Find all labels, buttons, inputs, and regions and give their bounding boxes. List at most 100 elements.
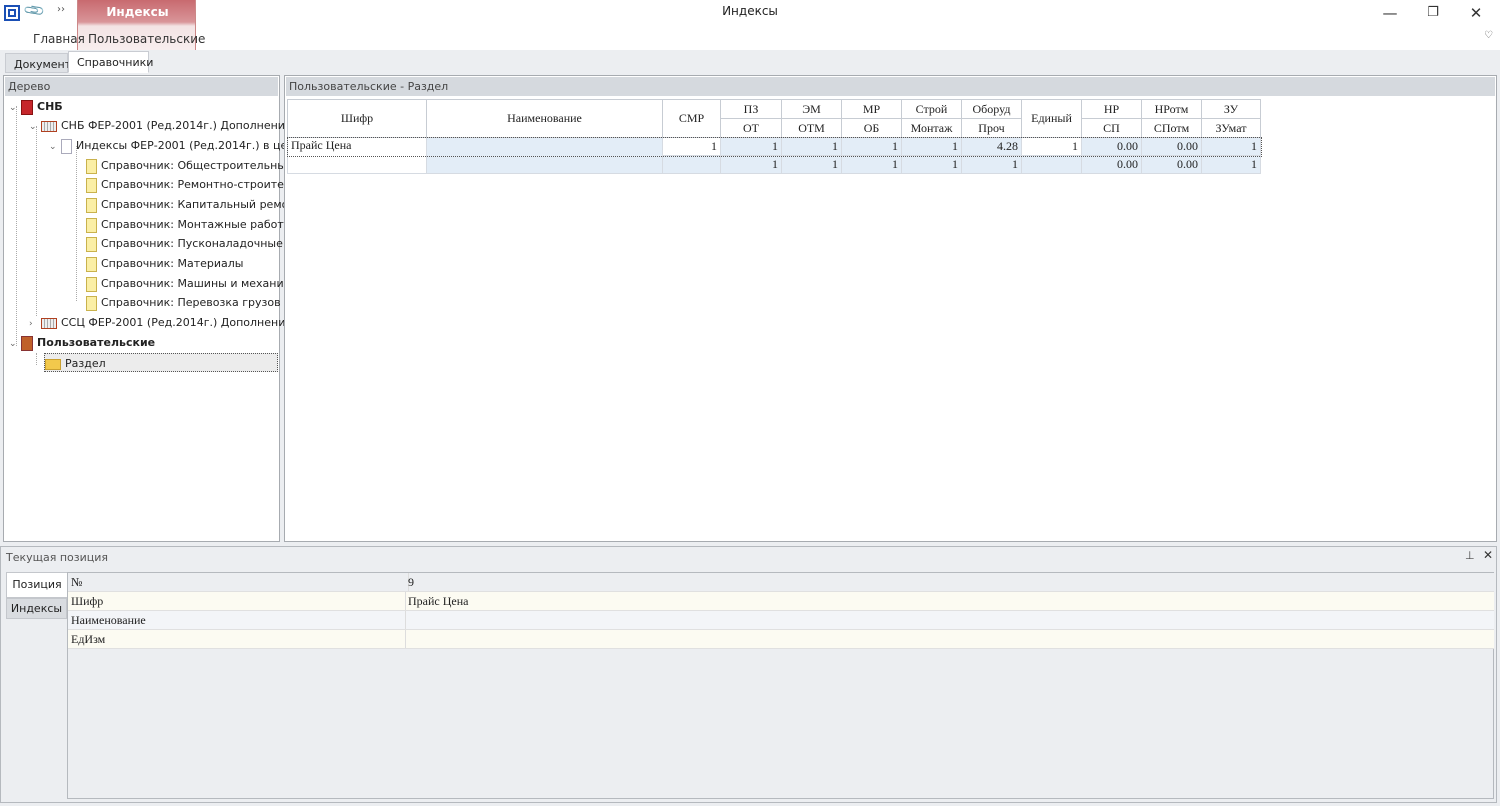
ribbon-tab-user[interactable]: Пользовательские	[88, 32, 205, 46]
snb-icon	[21, 99, 33, 115]
note-icon	[86, 295, 97, 311]
cell[interactable]: 0.00	[1141, 155, 1202, 174]
col-header[interactable]: Оборуд	[961, 99, 1022, 119]
col-header[interactable]: НР	[1081, 99, 1142, 119]
close-panel-icon[interactable]: ✕	[1483, 548, 1493, 562]
col-header[interactable]: МР	[841, 99, 902, 119]
tree-node[interactable]: Справочник: Капитальный ремонт о	[86, 195, 312, 214]
col-header[interactable]: ЗУ	[1201, 99, 1261, 119]
col-header[interactable]: СМР	[662, 99, 721, 138]
tab-document[interactable]: Документ	[5, 53, 71, 73]
tree-label: Справочник: Ремонтно-строительн	[101, 178, 305, 191]
tab-references[interactable]: Справочники	[68, 51, 153, 73]
col-header[interactable]: Строй	[901, 99, 962, 119]
property-row[interactable]: Шифр Прайс Цена	[68, 592, 1494, 611]
cell-name[interactable]	[426, 137, 663, 174]
col-header[interactable]: ОБ	[841, 118, 902, 138]
col-header[interactable]: ПЗ	[720, 99, 782, 119]
col-header[interactable]: СПотм	[1141, 118, 1202, 138]
cell[interactable]: 1	[1021, 137, 1082, 156]
expand-icon[interactable]: ›	[29, 315, 41, 334]
table-row[interactable]: Прайс Цена 1 1 1 1 1 4.28 1 0.00 0.00 1	[286, 136, 1262, 174]
cell[interactable]: 1	[720, 155, 782, 174]
current-position-title: Текущая позиция	[6, 551, 109, 564]
index-table: Шифр Наименование СМР ПЗ ЭМ МР Строй Обо…	[286, 99, 1262, 174]
property-row[interactable]: ЕдИзм	[68, 630, 1494, 649]
col-header[interactable]: СП	[1081, 118, 1142, 138]
collapse-icon[interactable]: ⌄	[29, 118, 41, 137]
tree-node[interactable]: Справочник: Пусконаладочные рабо	[86, 234, 314, 253]
cell[interactable]: 4.28	[961, 137, 1022, 156]
property-value[interactable]: Прайс Цена	[408, 594, 468, 609]
note-icon	[86, 177, 97, 193]
current-position-panel: Текущая позиция ⊥ ✕ Позиция Индексы № 9 Ш…	[0, 546, 1497, 803]
cell[interactable]: 1	[901, 137, 962, 156]
tree-label: Справочник: Капитальный ремонт о	[101, 198, 313, 211]
cell[interactable]: 1	[1201, 137, 1261, 156]
property-row[interactable]: № 9	[68, 573, 1494, 592]
cell[interactable]	[1021, 155, 1082, 174]
col-header[interactable]: ОТМ	[781, 118, 842, 138]
cell[interactable]: 1	[961, 155, 1022, 174]
tree-node-user[interactable]: ⌄ Пользовательские	[9, 333, 155, 352]
window-title: Индексы	[722, 4, 778, 18]
cell[interactable]: 1	[901, 155, 962, 174]
ribbon-tab-main[interactable]: Главная	[33, 32, 85, 46]
col-header[interactable]: Единый	[1021, 99, 1082, 138]
minimize-button[interactable]: —	[1370, 2, 1410, 24]
col-header[interactable]: НРотм	[1141, 99, 1202, 119]
ribbon-collapse-icon[interactable]: ♡	[1484, 30, 1493, 41]
tree-node[interactable]: Справочник: Ремонтно-строительн	[86, 175, 305, 194]
cell[interactable]: 1	[720, 137, 782, 156]
cell[interactable]: 0.00	[1081, 155, 1142, 174]
cell[interactable]: 0.00	[1081, 137, 1142, 156]
col-header[interactable]: ЭМ	[781, 99, 842, 119]
property-row[interactable]: Наименование	[68, 611, 1494, 630]
user-book-icon	[21, 335, 33, 351]
collapse-icon[interactable]: ⌄	[49, 138, 61, 157]
close-button[interactable]: ✕	[1456, 2, 1496, 24]
tree-label: Справочник: Материалы	[101, 257, 244, 270]
tree-node[interactable]: Справочник: Машины и механизмы	[86, 274, 306, 293]
cell[interactable]: 1	[841, 137, 902, 156]
cell[interactable]: 1	[1201, 155, 1261, 174]
grid-panel: Пользовательские - Раздел Шифр Наименова…	[284, 75, 1497, 542]
title-bar: 📎 ›› Индексы Индексы Главная Пользовател…	[0, 0, 1500, 50]
cell-shifr[interactable]: Прайс Цена	[287, 137, 427, 174]
cell[interactable]: 1	[781, 155, 842, 174]
tab-position[interactable]: Позиция	[6, 572, 67, 598]
note-icon	[86, 276, 97, 292]
book-icon	[41, 120, 57, 132]
tree-node[interactable]: ⌄ Индексы ФЕР-2001 (Ред.2014г.) в ценах	[49, 136, 308, 155]
note-icon	[86, 197, 97, 213]
col-header[interactable]: Наименование	[426, 99, 663, 138]
pin-icon[interactable]: ⊥	[1465, 549, 1475, 562]
cell[interactable]: 1	[841, 155, 902, 174]
tree-panel-title: Дерево	[5, 77, 278, 96]
tree-node[interactable]: ⌄ СНБ ФЕР-2001 (Ред.2014г.) Дополнение 2 …	[29, 116, 323, 135]
collapse-icon[interactable]: ⌄	[9, 99, 21, 118]
tree-node-snb[interactable]: ⌄ СНБ	[9, 97, 63, 116]
tree-node[interactable]: Справочник: Перевозка грузов	[86, 293, 281, 312]
col-header[interactable]: Монтаж	[901, 118, 962, 138]
tree-node-selected[interactable]: Раздел	[44, 353, 278, 372]
col-header[interactable]: ОТ	[720, 118, 782, 138]
cell[interactable]: 0.00	[1141, 137, 1202, 156]
cell[interactable]	[662, 155, 721, 174]
property-key: Шифр	[71, 594, 104, 608]
tree-node[interactable]: Справочник: Монтажные работы ФЕ	[86, 215, 312, 234]
cell[interactable]: 1	[662, 137, 721, 156]
property-value[interactable]: 9	[408, 575, 414, 590]
tree-node[interactable]: Справочник: Общестроительные ра	[86, 156, 310, 175]
col-header[interactable]: ЗУмат	[1201, 118, 1261, 138]
tree-label: Справочник: Пусконаладочные рабо	[101, 237, 314, 250]
tab-indexes[interactable]: Индексы	[6, 598, 67, 619]
col-header[interactable]: Шифр	[287, 99, 427, 138]
tree-label: Справочник: Перевозка грузов	[101, 296, 281, 309]
tree-node[interactable]: › ССЦ ФЕР-2001 (Ред.2014г.) Дополнение 2 …	[29, 313, 314, 332]
tree-node[interactable]: Справочник: Материалы	[86, 254, 244, 273]
restore-button[interactable]: ❐	[1413, 2, 1453, 24]
cell[interactable]: 1	[781, 137, 842, 156]
col-header[interactable]: Проч	[961, 118, 1022, 138]
collapse-icon[interactable]: ⌄	[9, 335, 21, 354]
